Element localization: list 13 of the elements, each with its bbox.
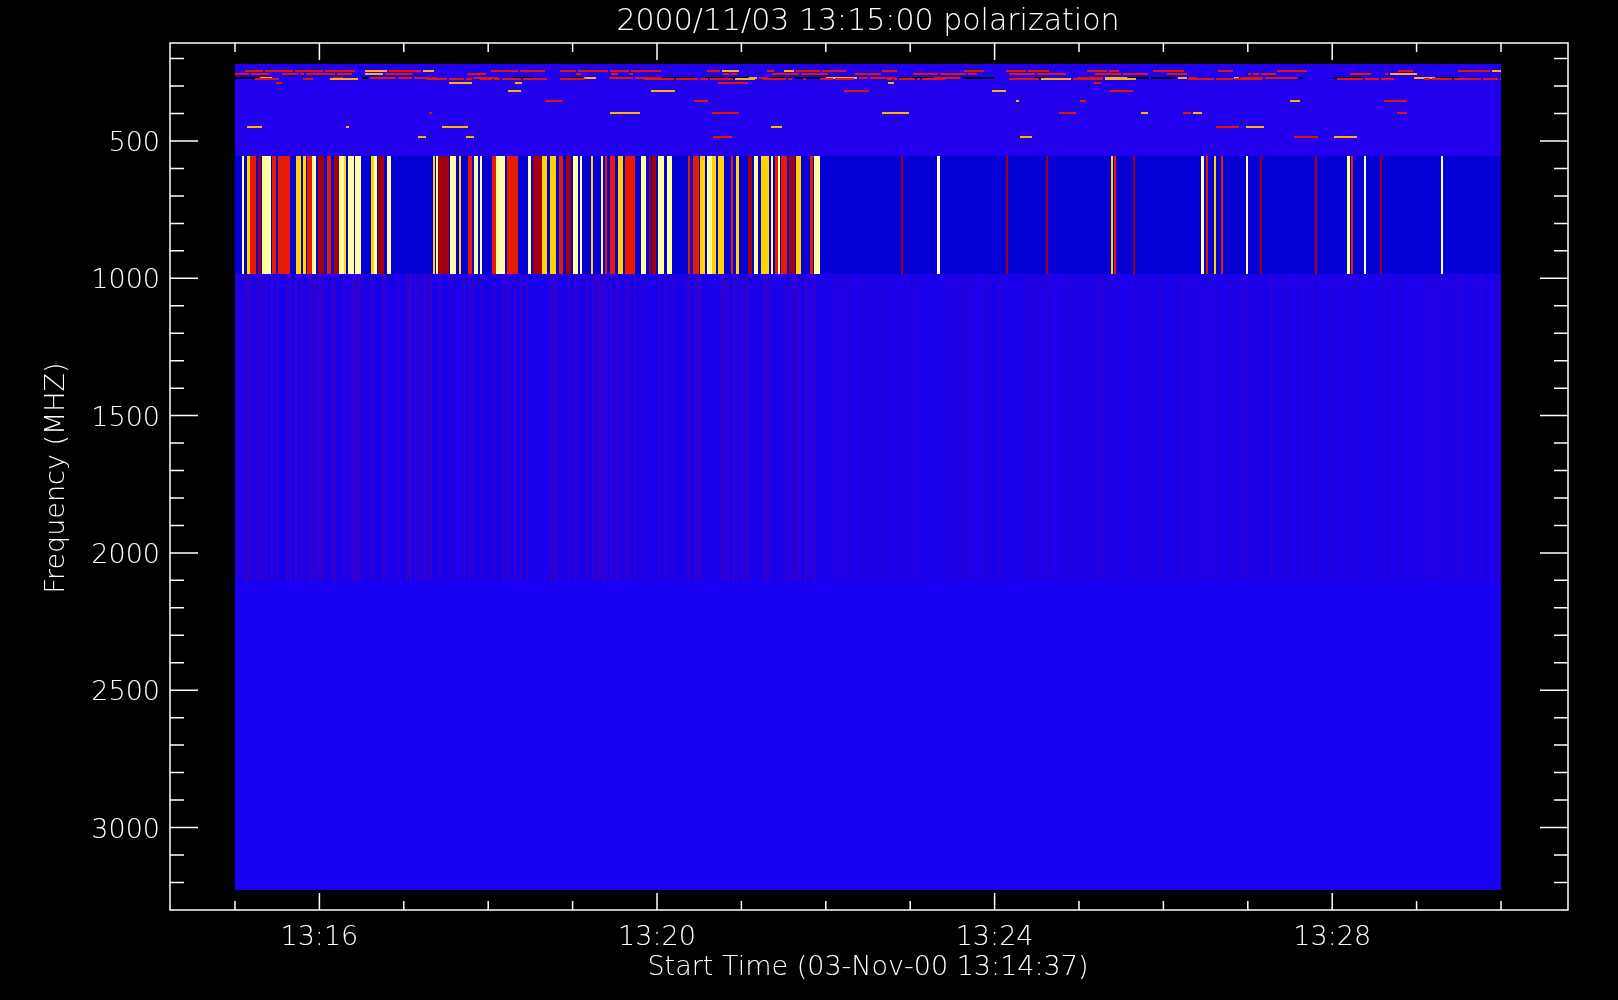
x-tick-label: 13:16 xyxy=(280,920,359,951)
y-axis-label: Frequency (MHZ) xyxy=(39,362,70,594)
x-tick-label: 13:24 xyxy=(955,920,1034,951)
y-tick-label: 2000 xyxy=(91,537,160,569)
y-tick-label: 500 xyxy=(108,126,160,157)
x-tick-label: 13:20 xyxy=(618,920,696,951)
plot-title: 2000/11/03 13:15:00 polarization xyxy=(616,2,1120,37)
x-axis-label: Start Time (03-Nov-00 13:14:37) xyxy=(647,950,1089,981)
x-tick-label: 13:28 xyxy=(1293,920,1372,951)
y-tick-label: 3000 xyxy=(91,812,160,844)
y-tick-label: 1500 xyxy=(91,400,160,432)
y-tick-label: 1000 xyxy=(91,263,160,295)
y-tick-label: 2500 xyxy=(91,675,160,707)
